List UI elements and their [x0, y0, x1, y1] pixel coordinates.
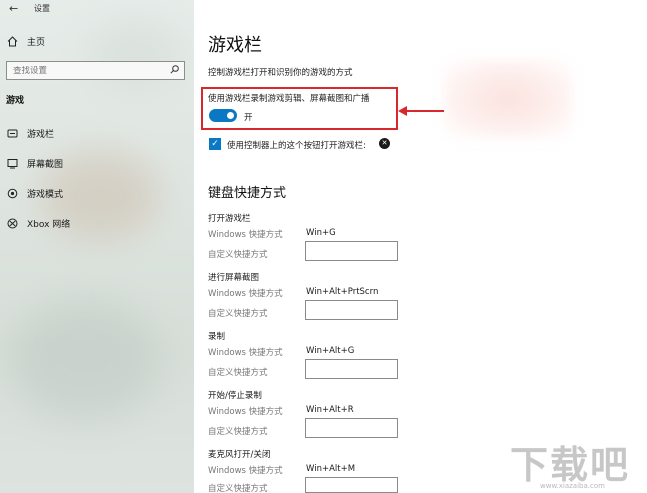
window-title: 设置 — [34, 4, 50, 13]
capture-icon — [6, 158, 18, 170]
search-icon[interactable] — [170, 65, 179, 77]
windows-shortcut-label: Windows 快捷方式 — [208, 407, 283, 417]
custom-shortcut-input[interactable] — [305, 477, 398, 493]
sidebar: ← 设置 主页 游戏 游戏栏 屏幕截图 游戏模式 Xbox 网络 — [0, 0, 194, 493]
custom-shortcut-label: 自定义快捷方式 — [208, 368, 268, 378]
controller-checkbox[interactable]: ✓ — [209, 138, 221, 150]
record-toggle[interactable] — [209, 109, 237, 122]
sidebar-item-label: 主页 — [27, 38, 46, 48]
windows-shortcut-value: Win+Alt+M — [306, 464, 356, 474]
shortcut-title: 录制 — [208, 332, 226, 342]
xbox-button-icon: ✕ — [379, 138, 390, 149]
page-subtitle: 控制游戏栏打开和识别你的游戏的方式 — [208, 68, 353, 78]
custom-shortcut-input[interactable] — [305, 300, 398, 320]
controller-setting-label: 使用控制器上的这个按钮打开游戏栏: — [227, 141, 366, 151]
sidebar-item-game-mode[interactable]: 游戏模式 — [6, 187, 63, 200]
windows-shortcut-value: Win+G — [306, 228, 336, 238]
sidebar-item-label: Xbox 网络 — [27, 220, 71, 230]
toggle-knob — [227, 112, 234, 119]
custom-shortcut-label: 自定义快捷方式 — [208, 427, 268, 437]
windows-shortcut-value: Win+Alt+G — [306, 346, 355, 356]
sidebar-item-xbox-network[interactable]: Xbox 网络 — [6, 217, 70, 230]
sidebar-section-heading: 游戏 — [6, 96, 25, 106]
custom-shortcut-input[interactable] — [305, 418, 398, 438]
custom-shortcut-label: 自定义快捷方式 — [208, 484, 268, 493]
sidebar-item-label: 游戏栏 — [27, 130, 55, 140]
sidebar-item-label: 屏幕截图 — [27, 160, 64, 170]
windows-shortcut-label: Windows 快捷方式 — [208, 466, 283, 476]
page-title: 游戏栏 — [208, 35, 262, 56]
game-mode-icon — [6, 188, 18, 200]
windows-shortcut-label: Windows 快捷方式 — [208, 230, 283, 240]
keyboard-shortcuts-heading: 键盘快捷方式 — [208, 186, 287, 201]
redacted-blur — [444, 60, 572, 138]
windows-shortcut-value: Win+Alt+R — [306, 405, 354, 415]
sidebar-item-captures[interactable]: 屏幕截图 — [6, 157, 63, 170]
custom-shortcut-input[interactable] — [305, 241, 398, 261]
watermark-logo: 下载吧 — [510, 443, 631, 487]
shortcut-title: 进行屏幕截图 — [208, 273, 260, 283]
back-arrow-icon[interactable]: ← — [9, 2, 18, 15]
annotation-arrow — [402, 110, 444, 112]
background-blur — [10, 300, 160, 420]
shortcut-title: 打开游戏栏 — [208, 214, 251, 224]
windows-shortcut-label: Windows 快捷方式 — [208, 348, 283, 358]
sidebar-item-home[interactable]: 主页 — [6, 35, 45, 48]
custom-shortcut-input[interactable] — [305, 359, 398, 379]
search-box[interactable] — [6, 61, 185, 80]
custom-shortcut-label: 自定义快捷方式 — [208, 309, 268, 319]
custom-shortcut-label: 自定义快捷方式 — [208, 250, 268, 260]
windows-shortcut-label: Windows 快捷方式 — [208, 289, 283, 299]
xbox-icon — [6, 218, 18, 230]
record-setting-label: 使用游戏栏录制游戏剪辑、屏幕截图和广播 — [208, 94, 370, 104]
search-input[interactable] — [13, 65, 163, 76]
shortcut-title: 开始/停止录制 — [208, 391, 262, 401]
shortcut-title: 麦克风打开/关闭 — [208, 450, 271, 460]
windows-shortcut-value: Win+Alt+PrtScrn — [306, 287, 379, 297]
sidebar-item-game-bar[interactable]: 游戏栏 — [6, 127, 54, 140]
sidebar-item-label: 游戏模式 — [27, 190, 64, 200]
annotation-arrow-head — [398, 106, 407, 116]
home-icon — [6, 36, 18, 48]
game-bar-icon — [6, 128, 18, 140]
toggle-state-label: 开 — [244, 113, 253, 123]
watermark-url: www.xiazaiba.com — [540, 482, 605, 490]
